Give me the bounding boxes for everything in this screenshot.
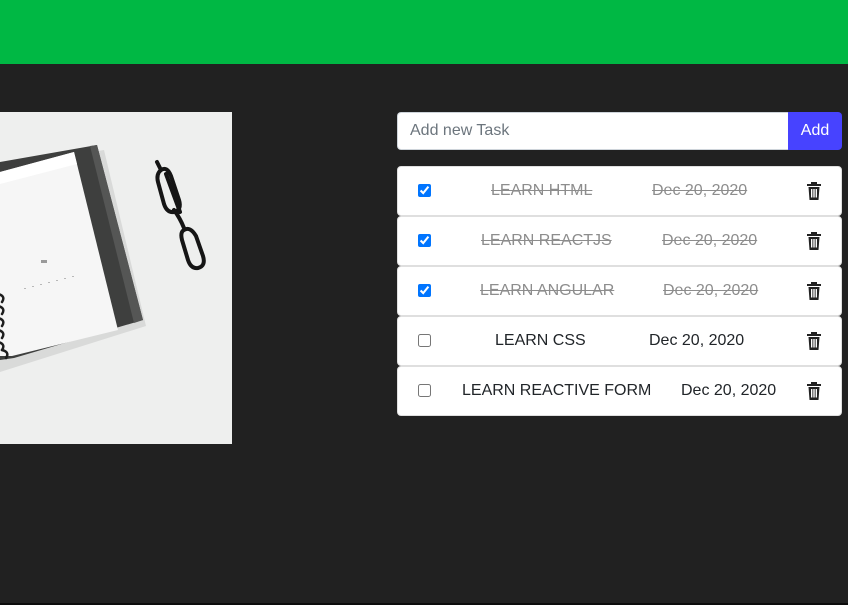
trash-icon[interactable] [806, 182, 822, 200]
app-header [0, 0, 848, 64]
task-row: LEARN REACTJS Dec 20, 2020 [397, 216, 842, 266]
task-date: Dec 20, 2020 [681, 382, 777, 399]
new-task-input[interactable] [397, 112, 788, 150]
notebook-photo [0, 112, 232, 444]
trash-icon[interactable] [806, 232, 822, 250]
trash-icon[interactable] [806, 382, 822, 400]
trash-icon[interactable] [806, 282, 822, 300]
task-done-checkbox[interactable] [418, 284, 431, 297]
task-title: LEARN REACTIVE FORM [462, 382, 652, 399]
task-done-checkbox[interactable] [418, 184, 431, 197]
add-task-button[interactable]: Add [788, 112, 842, 150]
task-title: LEARN HTML [491, 182, 593, 199]
task-date: Dec 20, 2020 [662, 232, 758, 249]
task-done-checkbox[interactable] [418, 334, 431, 347]
task-row: LEARN HTML Dec 20, 2020 [397, 166, 842, 216]
task-title: LEARN CSS [495, 332, 586, 349]
task-row: LEARN ANGULAR Dec 20, 2020 [397, 266, 842, 316]
task-done-checkbox[interactable] [418, 234, 431, 247]
task-date: Dec 20, 2020 [652, 182, 748, 199]
task-date: Dec 20, 2020 [663, 282, 759, 299]
trash-icon[interactable] [806, 332, 822, 350]
task-row: LEARN REACTIVE FORM Dec 20, 2020 [397, 366, 842, 416]
task-list: LEARN HTML Dec 20, 2020 LEARN REACTJS De… [397, 166, 842, 416]
add-task-form: Add [397, 112, 842, 150]
task-row: LEARN CSS Dec 20, 2020 [397, 316, 842, 366]
task-title: LEARN REACTJS [481, 232, 612, 249]
task-title: LEARN ANGULAR [480, 282, 615, 299]
task-done-checkbox[interactable] [418, 384, 431, 397]
task-date: Dec 20, 2020 [649, 332, 745, 349]
